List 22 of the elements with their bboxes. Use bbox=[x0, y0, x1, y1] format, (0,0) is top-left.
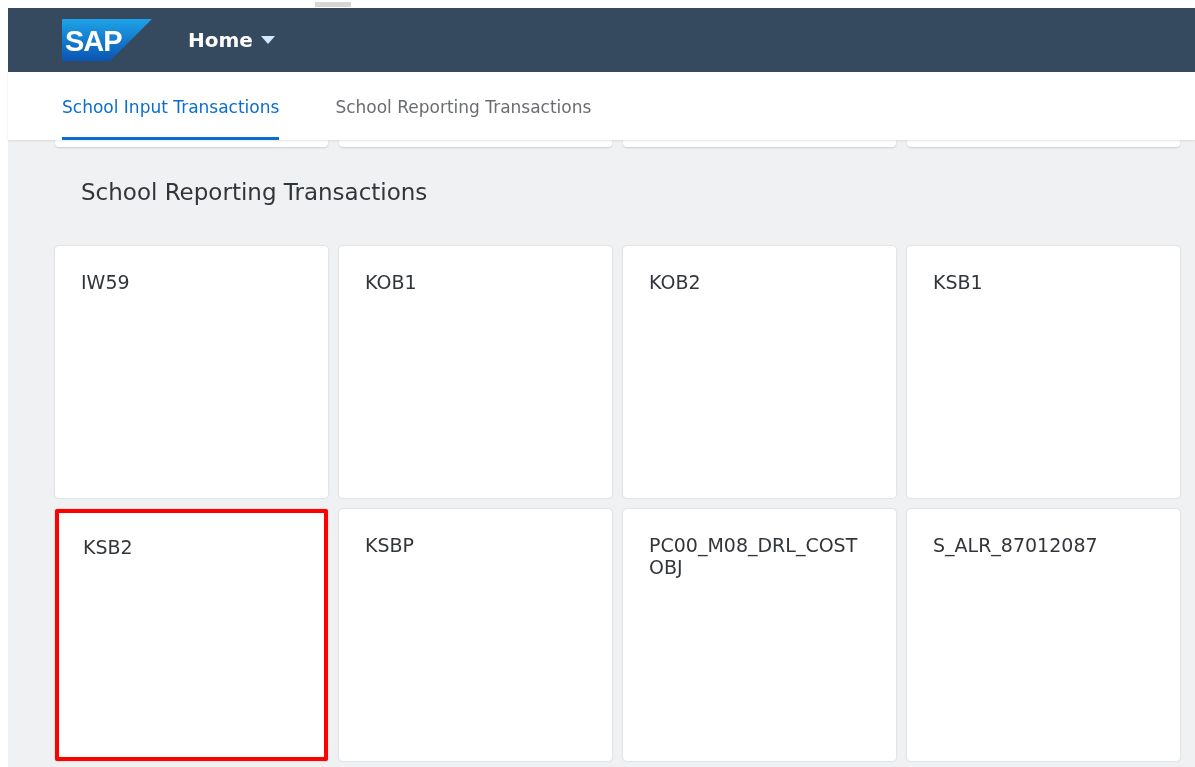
tile-title: KSB2 bbox=[83, 537, 134, 559]
app-tile[interactable]: KSBP bbox=[339, 509, 612, 761]
home-menu[interactable]: Home bbox=[188, 28, 275, 52]
app-tile[interactable]: PC00_M08_DRL_COSTOBJ bbox=[623, 509, 896, 761]
tile-title: KSB1 bbox=[933, 272, 984, 294]
app-tile[interactable]: KOB2 bbox=[623, 246, 896, 498]
app-tile[interactable]: IW59 bbox=[55, 246, 328, 498]
tile-title: IW59 bbox=[81, 272, 131, 294]
tile-title: S_ALR_87012087 bbox=[933, 535, 1099, 557]
tile-title: KOB2 bbox=[649, 272, 702, 294]
tile-title: KSBP bbox=[365, 535, 415, 557]
app-tile[interactable]: KSB2 bbox=[55, 509, 328, 761]
scrollbar-thumb[interactable] bbox=[315, 2, 351, 7]
tab[interactable]: School Reporting Transactions bbox=[335, 72, 592, 140]
app-tile[interactable]: KOB1 bbox=[339, 246, 612, 498]
sap-logo: SAP bbox=[62, 19, 152, 61]
app-tile[interactable]: KSB1 bbox=[907, 246, 1180, 498]
tile-title: KOB1 bbox=[365, 272, 418, 294]
tile-title: PC00_M08_DRL_COSTOBJ bbox=[649, 535, 859, 579]
app-tile[interactable]: S_ALR_87012087 bbox=[907, 509, 1180, 761]
caret-icon bbox=[260, 36, 275, 44]
section-title: School Reporting Transactions bbox=[80, 178, 429, 207]
